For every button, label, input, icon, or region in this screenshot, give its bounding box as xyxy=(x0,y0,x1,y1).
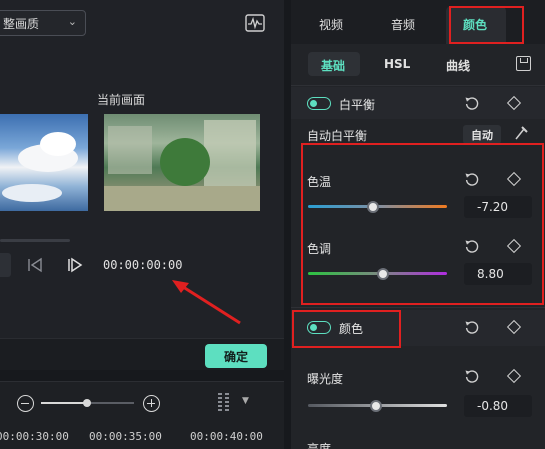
editor-window: 整画质 ⌄ 当前画面 00:00:00:00 确定 ▼ 00:00:30:00 … xyxy=(0,0,545,449)
subtab-basic[interactable]: 基础 xyxy=(321,57,345,74)
exposure-value-field[interactable]: -0.80 xyxy=(464,395,532,417)
preview-timecode: 00:00:00:00 xyxy=(103,258,183,272)
track-grid-icon[interactable] xyxy=(216,391,232,413)
tint-slider-thumb[interactable] xyxy=(377,268,389,280)
save-preset-icon[interactable] xyxy=(516,56,531,71)
reset-icon[interactable] xyxy=(464,319,480,335)
current-frame-thumbnail xyxy=(104,114,260,211)
reset-icon[interactable] xyxy=(464,95,480,111)
tab-color[interactable]: 颜色 xyxy=(463,16,487,33)
tab-audio[interactable]: 音频 xyxy=(391,16,415,33)
divider xyxy=(291,307,545,308)
playback-scrubber[interactable] xyxy=(0,239,70,242)
eyedropper-icon[interactable] xyxy=(513,124,529,142)
waveform-icon[interactable] xyxy=(245,14,265,32)
auto-white-balance-button[interactable]: 自动 xyxy=(463,125,501,144)
white-balance-toggle[interactable] xyxy=(307,97,331,110)
zoom-slider-thumb[interactable] xyxy=(83,399,91,407)
reset-icon[interactable] xyxy=(464,238,480,254)
temperature-value-field[interactable]: -7.20 xyxy=(464,196,532,218)
track-options-chevron-icon[interactable]: ▼ xyxy=(242,396,249,406)
white-balance-title: 白平衡 xyxy=(339,98,376,112)
exposure-label: 曝光度 xyxy=(307,372,344,386)
temperature-label: 色温 xyxy=(307,175,332,189)
color-title: 颜色 xyxy=(339,322,364,336)
tint-value-field[interactable]: 8.80 xyxy=(464,263,532,285)
play-button[interactable] xyxy=(0,253,11,277)
zoom-out-icon[interactable] xyxy=(17,395,34,412)
auto-white-balance-label: 自动白平衡 xyxy=(307,129,368,143)
subtab-hsl[interactable]: HSL xyxy=(384,57,410,71)
zoom-in-icon[interactable] xyxy=(143,395,160,412)
reset-icon[interactable] xyxy=(464,171,480,187)
prev-frame-icon[interactable] xyxy=(26,255,44,275)
timeline-tick: 00:00:30:00 xyxy=(0,430,69,443)
quality-label: 整画质 xyxy=(3,16,40,31)
color-toggle[interactable] xyxy=(307,321,331,334)
annotation-arrow xyxy=(172,280,241,325)
chevron-down-icon: ⌄ xyxy=(67,15,77,28)
original-frame-thumbnail xyxy=(0,114,88,211)
temperature-slider-thumb[interactable] xyxy=(367,201,379,213)
quality-dropdown[interactable]: 整画质 ⌄ xyxy=(0,10,86,36)
divider xyxy=(291,85,545,86)
tint-label: 色调 xyxy=(307,242,332,256)
next-frame-icon[interactable] xyxy=(66,255,84,275)
timeline-tick: 00:00:35:00 xyxy=(89,430,162,443)
confirm-button[interactable]: 确定 xyxy=(205,344,267,368)
timeline-tick: 00:00:40:00 xyxy=(190,430,263,443)
exposure-slider-thumb[interactable] xyxy=(370,400,382,412)
subtab-curves[interactable]: 曲线 xyxy=(446,57,470,74)
brightness-label: 亮度 xyxy=(307,442,332,449)
current-frame-label: 当前画面 xyxy=(97,93,146,107)
tab-video[interactable]: 视频 xyxy=(319,16,343,33)
reset-icon[interactable] xyxy=(464,368,480,384)
